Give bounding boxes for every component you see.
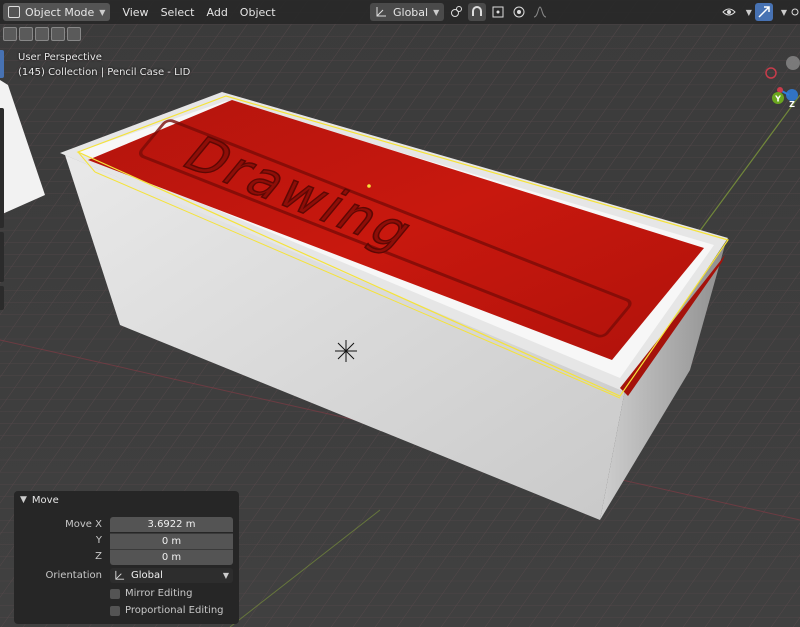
view-name: User Perspective [18, 52, 102, 63]
orientation-row: Orientation Global ▼ [14, 568, 239, 583]
move-z-row: Z 0 m [14, 548, 239, 565]
overlay-icon[interactable] [790, 3, 800, 21]
move-z-field[interactable]: 0 m [110, 548, 233, 565]
chevron-down-icon: ▼ [433, 7, 440, 17]
menu-add[interactable]: Add [201, 3, 234, 21]
select-intersect-icon[interactable] [67, 27, 81, 41]
header-right-tools: ▼ ▼ [720, 3, 800, 21]
header-center-tools: Global ▼ [370, 3, 549, 21]
object-mode-icon [8, 6, 20, 18]
move-operator-panel: ▼ Move Move X 3.6922 m Y 0 m Z 0 m Orien… [14, 491, 239, 624]
move-y-label: Y [95, 535, 102, 546]
menu-object[interactable]: Object [234, 3, 282, 21]
move-x-field[interactable]: 3.6922 m [110, 517, 233, 532]
select-subtract-icon[interactable] [35, 27, 49, 41]
orientation-select[interactable]: Global ▼ [110, 568, 233, 583]
panel-title: Move [31, 494, 59, 506]
checkbox-icon[interactable] [110, 588, 120, 599]
svg-text:Y: Y [774, 95, 781, 104]
mirror-editing-row: Mirror Editing [14, 586, 239, 601]
navigation-gizmo[interactable]: Y Z [750, 50, 800, 120]
menu-select[interactable]: Select [155, 3, 201, 21]
transform-orientation-dropdown[interactable]: Global ▼ [370, 3, 445, 21]
svg-text:Z: Z [789, 100, 795, 109]
pivot-point-icon[interactable] [447, 3, 465, 21]
move-y-field[interactable]: 0 m [110, 532, 233, 549]
object-mode-dropdown[interactable]: Object Mode ▼ [3, 3, 111, 21]
chevron-down-icon: ▼ [99, 7, 106, 17]
proportional-editing-checkbox[interactable]: Proportional Editing [110, 605, 224, 616]
snap-icon[interactable] [468, 3, 487, 21]
menu-view[interactable]: View [116, 3, 154, 21]
move-y-row: Y 0 m [14, 532, 239, 549]
visibility-eye-icon[interactable] [720, 3, 738, 21]
select-mode-tools [3, 27, 81, 41]
gizmo-toggle-icon[interactable] [754, 3, 773, 21]
orientation-value: Global [131, 570, 163, 581]
panel-header[interactable]: ▼ Move [14, 491, 239, 509]
mode-label: Object Mode [25, 5, 95, 19]
viewport-header: Object Mode ▼ View Select Add Object Glo… [0, 0, 800, 24]
gizmo-x-neg[interactable] [765, 67, 777, 79]
move-z-label: Z [95, 551, 102, 562]
proportional-editing-row: Proportional Editing [14, 603, 239, 618]
orientation-label: Orientation [45, 570, 102, 581]
mirror-editing-checkbox[interactable]: Mirror Editing [110, 588, 192, 599]
chevron-down-icon: ▼ [222, 571, 229, 580]
proportional-editing-label: Proportional Editing [125, 605, 224, 616]
collection-info: (145) Collection | Pencil Case - LID [18, 67, 191, 78]
viewport-info: User Perspective (145) Collection | Penc… [18, 50, 190, 80]
snap-target-dropdown[interactable] [489, 3, 507, 21]
toolbar-strip-3[interactable] [0, 286, 4, 310]
chevron-down-icon[interactable]: ▼ [746, 8, 752, 17]
toolbar-strip[interactable] [0, 108, 4, 228]
collapse-arrow-icon[interactable]: ▼ [20, 495, 27, 505]
chevron-down-icon[interactable]: ▼ [781, 8, 787, 17]
select-invert-icon[interactable] [51, 27, 65, 41]
orientation-label: Global [393, 5, 429, 19]
select-extend-icon[interactable] [19, 27, 33, 41]
toolbar-active-tool[interactable] [0, 50, 4, 78]
checkbox-icon[interactable] [110, 605, 120, 616]
move-x-row: Move X 3.6922 m [14, 517, 239, 532]
select-box-icon[interactable] [3, 27, 17, 41]
falloff-curve-icon[interactable] [531, 3, 549, 21]
gizmo-view-sphere[interactable] [786, 56, 800, 70]
mirror-editing-label: Mirror Editing [125, 588, 193, 599]
orientation-axes-icon [376, 7, 386, 17]
orientation-axes-icon [115, 570, 125, 580]
proportional-editing-icon[interactable] [510, 3, 528, 21]
toolbar-strip-2[interactable] [0, 232, 4, 282]
object-origin-icon [335, 340, 357, 362]
move-x-label: Move X [65, 519, 102, 530]
